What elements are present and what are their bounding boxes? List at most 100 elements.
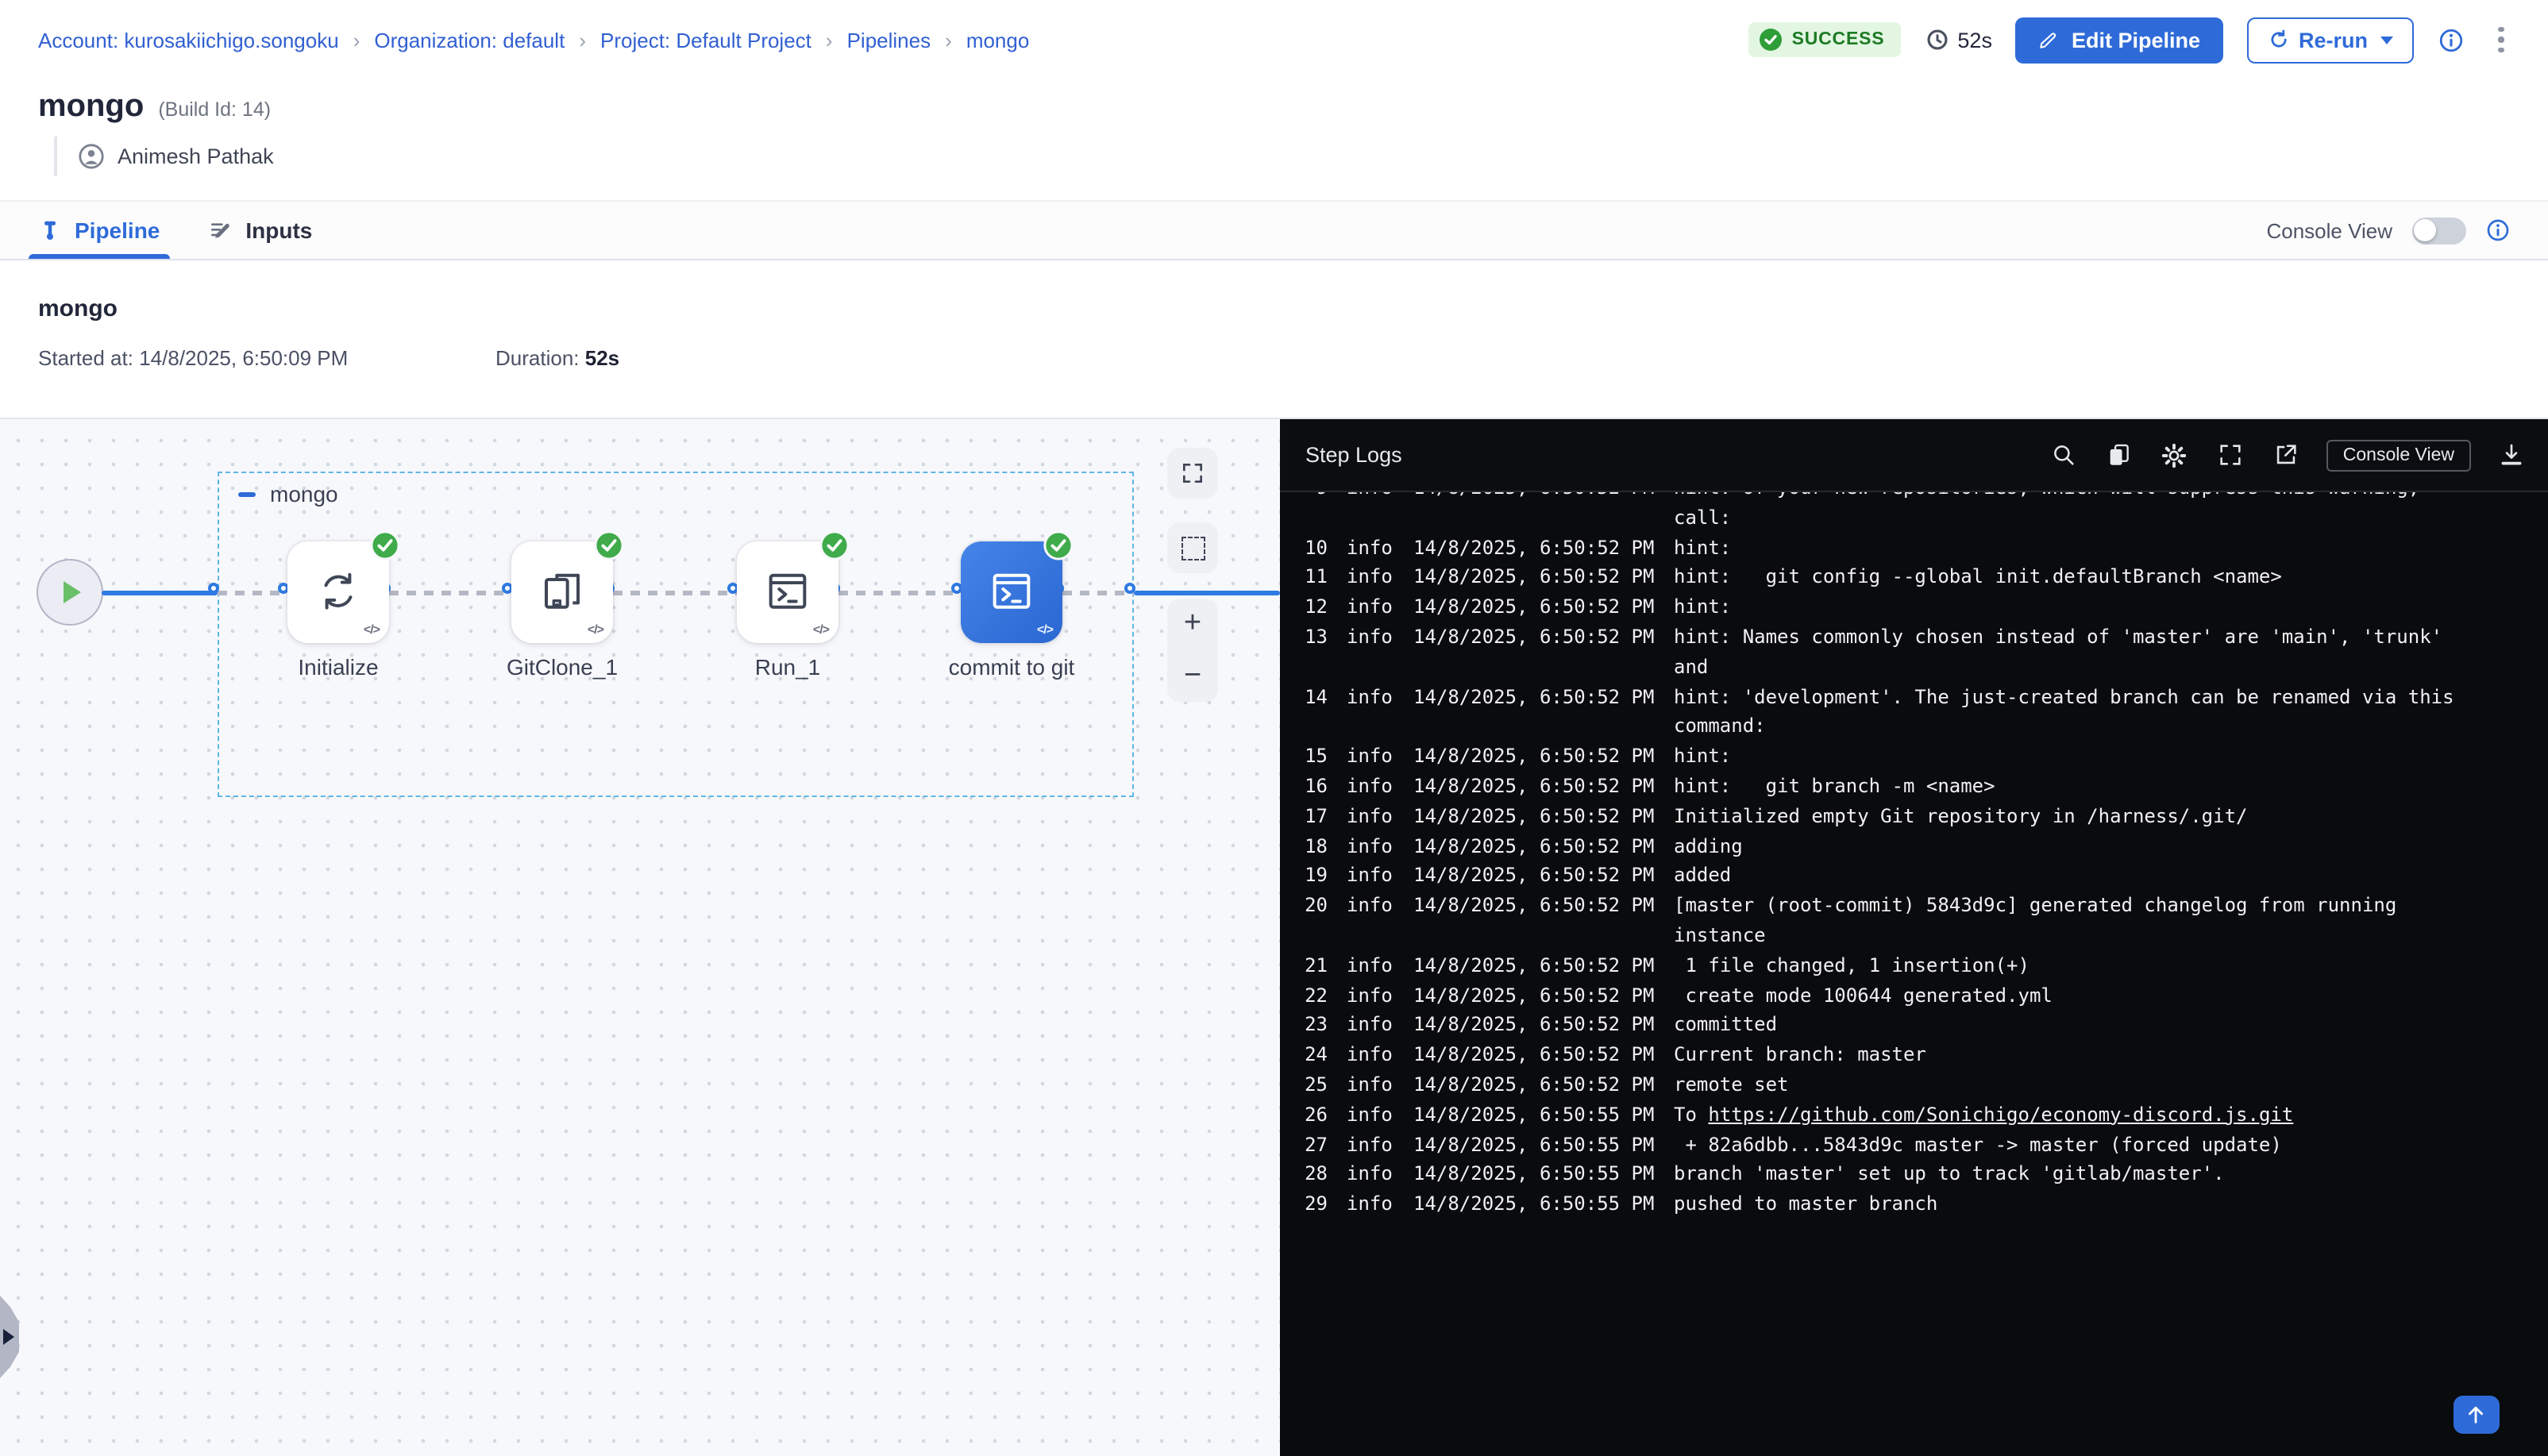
status-text: SUCCESS: [1792, 30, 1885, 49]
tab-pipeline[interactable]: Pipeline: [38, 202, 160, 259]
duration-indicator: 52s: [1924, 27, 1992, 52]
pipeline-start-node[interactable]: [37, 559, 103, 626]
check-circle-icon: [1760, 29, 1783, 51]
sync-icon: [313, 566, 364, 617]
expand-fullscreen-icon[interactable]: [2216, 441, 2245, 469]
log-line-number: 24: [1299, 1040, 1328, 1070]
arrow-right-icon: [3, 1329, 14, 1345]
chevron-down-icon: [2380, 36, 2393, 44]
fullscreen-button[interactable]: [1167, 448, 1218, 499]
breadcrumb-link[interactable]: Organization: default: [374, 28, 565, 52]
execution-summary: mongo Started at: 14/8/2025, 6:50:09 PM …: [0, 260, 2548, 419]
log-line-number: 29: [1299, 1189, 1328, 1219]
download-icon[interactable]: [2497, 441, 2526, 469]
collapse-icon[interactable]: [238, 491, 256, 496]
log-message: hint:: [1674, 533, 2476, 563]
pipeline-step-node[interactable]: </>: [961, 541, 1062, 643]
log-level: info: [1347, 980, 1394, 1011]
log-level: info: [1347, 951, 1394, 981]
log-row: 22 info 14/8/2025, 6:50:52 PM create mod…: [1299, 980, 2548, 1011]
copy-icon[interactable]: [2105, 441, 2134, 469]
log-row: 21 info 14/8/2025, 6:50:52 PM 1 file cha…: [1299, 951, 2548, 981]
arrow-up-icon: [2465, 1404, 2487, 1426]
pipeline-step-node[interactable]: </>: [287, 541, 389, 643]
log-level: info: [1347, 492, 1394, 533]
breadcrumb-link[interactable]: Account: kurosakiichigo.songoku: [38, 28, 339, 52]
zoom-in-button[interactable]: +: [1167, 599, 1218, 650]
log-message: hint: git branch -m <name>: [1674, 772, 2476, 802]
search-icon[interactable]: [2049, 441, 2078, 469]
edit-pipeline-button[interactable]: Edit Pipeline: [2016, 17, 2222, 63]
log-message: + 82a6dbb...5843d9c master -> master (fo…: [1674, 1130, 2476, 1160]
pipeline-icon: [38, 218, 62, 243]
log-line-number: 23: [1299, 1011, 1328, 1041]
log-timestamp: 14/8/2025, 6:50:52 PM: [1413, 951, 1655, 981]
log-line-number: 19: [1299, 861, 1328, 892]
header-actions: SUCCESS 52s Edit Pipeline Re-run: [1749, 17, 2513, 63]
connector-line: [218, 590, 287, 595]
clone-icon: [537, 566, 588, 617]
log-link[interactable]: https://github.com/Sonichigo/economy-dis…: [1708, 1103, 2293, 1125]
tab-inputs[interactable]: Inputs: [207, 202, 312, 259]
breadcrumb-separator: ›: [945, 28, 952, 52]
connector-line: [1062, 590, 1134, 595]
log-timestamp: 14/8/2025, 6:50:52 PM: [1413, 1011, 1655, 1041]
success-check-icon: [594, 530, 624, 560]
log-line-number: 13: [1299, 622, 1328, 682]
breadcrumb-link[interactable]: Project: Default Project: [600, 28, 811, 52]
log-level: info: [1347, 1011, 1394, 1041]
log-timestamp: 14/8/2025, 6:50:52 PM: [1413, 563, 1655, 593]
pipeline-step-node[interactable]: </>: [737, 541, 838, 643]
log-row: 15 info 14/8/2025, 6:50:52 PM hint:: [1299, 741, 2548, 772]
fullscreen-icon: [1180, 460, 1205, 486]
active-tab-underline: [29, 253, 169, 259]
log-line-number: 11: [1299, 563, 1328, 593]
log-row: 27 info 14/8/2025, 6:50:55 PM + 82a6dbb.…: [1299, 1130, 2548, 1160]
breadcrumb-link[interactable]: Pipelines: [847, 28, 931, 52]
info-icon[interactable]: [2438, 26, 2465, 53]
log-message: hint: Names commonly chosen instead of '…: [1674, 622, 2476, 682]
breadcrumb-link[interactable]: mongo: [966, 28, 1030, 52]
pipeline-graph-canvas[interactable]: mongo </> In: [0, 419, 1280, 1456]
log-timestamp: 14/8/2025, 6:50:52 PM: [1413, 492, 1655, 533]
connector-line: [102, 590, 218, 595]
build-id: (Build Id: 14): [158, 98, 271, 121]
log-row: 19 info 14/8/2025, 6:50:52 PM added: [1299, 861, 2548, 892]
stage-group-header[interactable]: mongo: [238, 481, 338, 507]
code-glyph: </>: [813, 622, 829, 637]
scroll-to-top-button[interactable]: [2453, 1396, 2499, 1434]
duration-meta: Duration: 52s: [495, 346, 619, 370]
log-line-number: 25: [1299, 1070, 1328, 1100]
step-node-label: Run_1: [677, 654, 899, 680]
log-line-number: 16: [1299, 772, 1328, 802]
success-check-icon: [1043, 530, 1074, 560]
log-row: 9 info 14/8/2025, 6:50:52 PM hint: of yo…: [1299, 492, 2548, 533]
log-level: info: [1347, 622, 1394, 682]
more-options-button[interactable]: [2488, 21, 2513, 60]
log-output: 9 info 14/8/2025, 6:50:52 PM hint: of yo…: [1280, 492, 2548, 1454]
inputs-icon: [207, 218, 233, 243]
rerun-button[interactable]: Re-run: [2246, 17, 2414, 63]
open-external-icon[interactable]: [2272, 441, 2300, 469]
log-timestamp: 14/8/2025, 6:50:52 PM: [1413, 772, 1655, 802]
log-level: info: [1347, 1100, 1394, 1130]
connector-line: [389, 590, 511, 595]
expand-panel-handle[interactable]: [0, 1296, 19, 1378]
settings-gear-icon[interactable]: [2161, 441, 2189, 469]
console-view-button[interactable]: Console View: [2327, 439, 2470, 471]
console-view-toggle[interactable]: [2411, 217, 2465, 244]
terminal-icon: [986, 566, 1037, 617]
info-icon[interactable]: [2484, 218, 2510, 243]
marquee-select-button[interactable]: [1167, 522, 1218, 573]
log-timestamp: 14/8/2025, 6:50:52 PM: [1413, 980, 1655, 1011]
log-message: hint:: [1674, 741, 2476, 772]
log-timestamp: 14/8/2025, 6:50:52 PM: [1413, 741, 1655, 772]
log-message: hint: of your new repositories, which wi…: [1674, 492, 2476, 533]
log-level: info: [1347, 1130, 1394, 1160]
log-message: Current branch: master: [1674, 1040, 2476, 1070]
step-node-label: GitClone_1: [451, 654, 673, 680]
log-line-number: 22: [1299, 980, 1328, 1011]
log-row: 17 info 14/8/2025, 6:50:52 PM Initialize…: [1299, 802, 2548, 832]
zoom-out-button[interactable]: −: [1167, 650, 1218, 702]
pipeline-step-node[interactable]: </>: [511, 541, 613, 643]
